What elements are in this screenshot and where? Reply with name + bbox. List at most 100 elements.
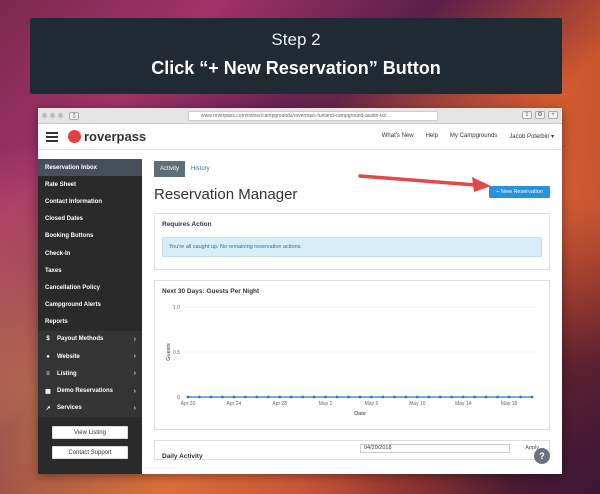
data-point [301, 395, 305, 399]
data-point [221, 395, 224, 399]
data-point [450, 395, 454, 399]
sidebar-group-services[interactable]: ↗ Services › [38, 399, 142, 417]
close-window-dot[interactable] [42, 113, 47, 118]
data-point [415, 395, 419, 399]
sidebar-item-taxes[interactable]: Taxes [38, 262, 142, 279]
sidebar-group-listing[interactable]: ≡ Listing › [38, 365, 142, 383]
data-point [496, 395, 499, 399]
new-reservation-button[interactable]: + New Reservation [489, 186, 550, 198]
share-icon[interactable]: ⇪ [522, 111, 532, 119]
step-label: Step 2 [271, 30, 321, 49]
roverpass-logo-icon [68, 130, 81, 143]
x-tick-label: May 10 [409, 401, 426, 407]
globe-icon: ● [46, 353, 50, 360]
chevron-right-icon: › [133, 353, 136, 361]
chart-icon: ↗ [45, 405, 51, 412]
minimize-window-dot[interactable] [50, 113, 55, 118]
data-point [530, 395, 534, 399]
logo-text[interactable]: roverpass [84, 129, 146, 144]
nav-user-menu[interactable]: Jacob Poterbin ▾ [509, 133, 554, 140]
nav-my-campgrounds[interactable]: My Campgrounds [450, 133, 497, 140]
sidebar-group-payout-methods[interactable]: $ Payout Methods › [38, 330, 142, 349]
sidebar-item-reservation-inbox[interactable]: Reservation Inbox [38, 159, 142, 177]
data-point [438, 395, 442, 399]
x-axis-label: Date [354, 411, 366, 417]
data-point [393, 395, 396, 399]
daily-activity-panel: Daily Activity 04/20/2018 Apply [154, 440, 550, 460]
x-tick-label: May 14 [455, 401, 472, 407]
sidebar-group-label: Payout Methods [57, 336, 104, 343]
add-tab-icon[interactable]: + [548, 111, 558, 119]
view-listing-button[interactable]: View Listing [52, 425, 128, 439]
dollar-icon: $ [46, 336, 50, 343]
sidebar-group-label: Website [57, 353, 80, 360]
sidebar-group-label: Services [57, 405, 82, 412]
sidebar-item-rate-sheet[interactable]: Rate Sheet [38, 176, 142, 193]
sidebar-toggle-icon[interactable]: ▯ [69, 111, 79, 120]
y-axis-label: Guests [166, 343, 172, 361]
tab-activity[interactable]: Activity [154, 161, 186, 177]
data-point [289, 395, 293, 399]
step-title: Click “+ New Reservation” Button [151, 58, 441, 78]
data-point [232, 395, 236, 399]
data-point [186, 395, 190, 399]
sidebar-item-contact-information[interactable]: Contact Information [38, 193, 142, 210]
browser-window: ▯ www.roverpass.com/owner/campgrounds/ro… [38, 108, 562, 474]
x-tick-label: Apr 28 [272, 401, 287, 407]
sidebar-group-website[interactable]: ● Website › [38, 348, 142, 366]
sidebar-item-campground-alerts[interactable]: Campground Alerts [38, 297, 142, 314]
guests-chart: 1.00.50GuestsApr 20 Apr 24 Apr 28 May 2 May … [166, 305, 536, 417]
browser-chrome: ▯ www.roverpass.com/owner/campgrounds/ro… [38, 108, 562, 124]
list-icon: ≡ [46, 370, 50, 377]
sidebar-item-cancellation-policy[interactable]: Cancellation Policy [38, 279, 142, 296]
pointer-arrow-icon [358, 174, 491, 192]
menu-icon[interactable] [46, 131, 58, 142]
sidebar-group-demo-reservations[interactable]: ▦ Demo Reservations › [38, 382, 142, 400]
sidebar-group-label: Demo Reservations [57, 388, 114, 395]
requires-action-panel: Requires Action You're all caught up. No… [154, 213, 550, 270]
sidebar-item-closed-dates[interactable]: Closed Dates [38, 211, 142, 228]
sidebar: Reservation Inbox Rate Sheet Contact Inf… [38, 159, 142, 474]
sidebar-item-booking-buttons[interactable]: Booking Buttons [38, 228, 142, 245]
maximize-window-dot[interactable] [58, 113, 63, 118]
data-point [427, 395, 431, 399]
x-tick-label: May 18 [501, 401, 518, 407]
nav-links: What's New Help My Campgrounds Jacob Pot… [370, 133, 554, 140]
sidebar-item-check-in[interactable]: Check-In [38, 245, 142, 262]
url-bar[interactable]: www.roverpass.com/owner/campgrounds/rove… [188, 111, 438, 121]
help-icon[interactable]: ? [534, 448, 550, 464]
x-tick-label: May 2 [319, 401, 333, 407]
info-alert: You're all caught up. No remaining reser… [162, 237, 542, 257]
date-input[interactable]: 04/20/2018 [360, 444, 510, 453]
tab-history[interactable]: History [185, 161, 216, 177]
data-point [209, 395, 213, 399]
nav-help[interactable]: Help [426, 133, 438, 140]
contact-support-button[interactable]: Contact Support [52, 445, 128, 459]
settings-icon[interactable]: ⚙ [535, 111, 545, 119]
data-point [266, 395, 270, 399]
data-point [370, 395, 373, 399]
chevron-right-icon: › [133, 387, 136, 395]
data-point [278, 395, 282, 399]
top-navigation: roverpass What's New Help My Campgrounds… [38, 124, 562, 150]
x-tick-label: May 6 [365, 401, 379, 407]
nav-whats-new[interactable]: What's New [382, 133, 414, 140]
data-point [381, 395, 385, 399]
data-point [484, 395, 488, 399]
data-point [312, 395, 316, 399]
sidebar-item-reports[interactable]: Reports [38, 314, 142, 331]
data-point [347, 395, 350, 399]
x-tick-label: Apr 24 [226, 401, 241, 407]
x-tick-label: Apr 20 [181, 401, 196, 407]
chevron-right-icon: › [133, 370, 136, 378]
data-point [473, 395, 477, 399]
data-point [198, 395, 201, 399]
y-tick-label: 1.0 [173, 305, 180, 311]
data-point [255, 395, 259, 399]
guests-chart-panel: Next 30 Days: Guests Per Night 1.0 0.5 0 Gu… [154, 280, 550, 430]
data-point [358, 395, 362, 399]
data-point [324, 395, 327, 399]
data-point [404, 395, 408, 399]
data-point [335, 395, 339, 399]
chevron-right-icon: › [133, 404, 136, 412]
